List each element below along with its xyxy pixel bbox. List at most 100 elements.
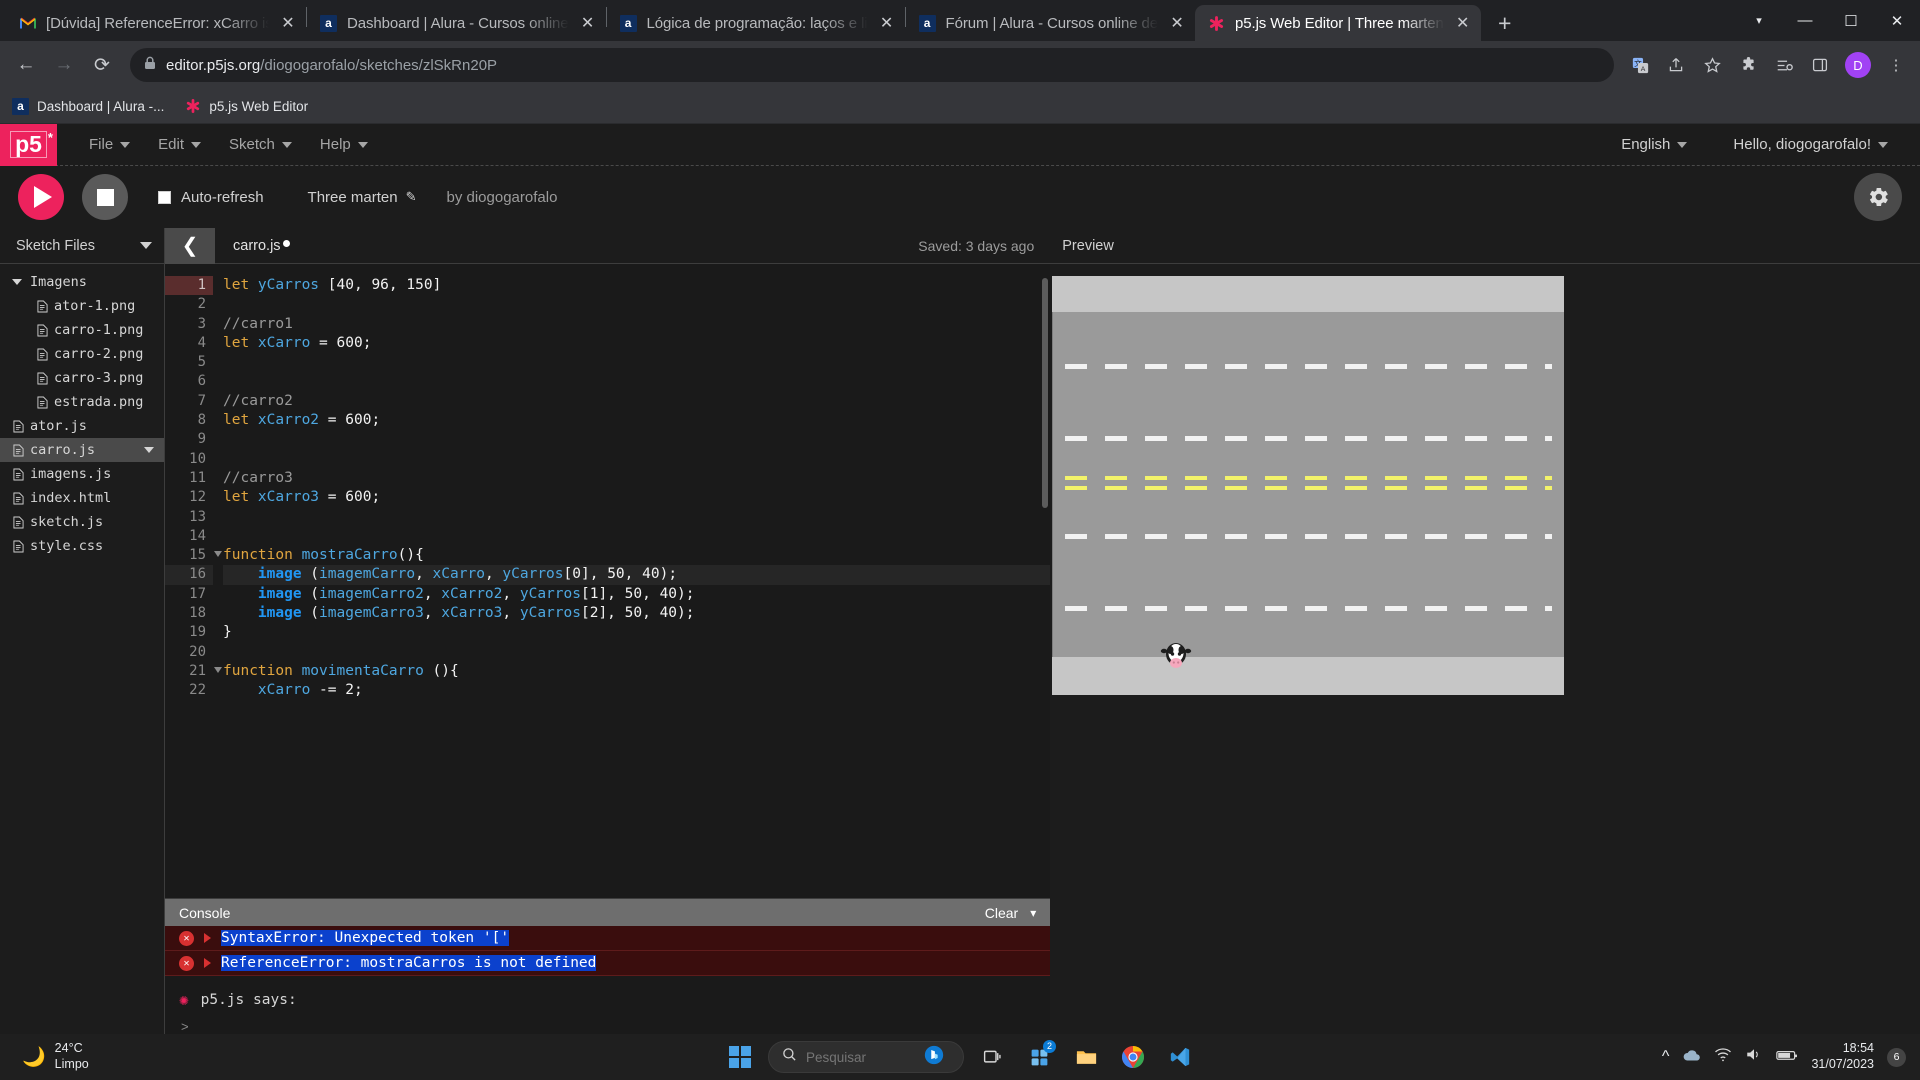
account-menu[interactable]: Hello, diogogarofalo!: [1721, 130, 1900, 159]
file-tree-item[interactable]: carro-1.png: [0, 318, 164, 342]
file-tree-item[interactable]: carro-2.png: [0, 342, 164, 366]
bookmark-item[interactable]: p5.js Web Editor: [184, 98, 308, 115]
menu-sketch[interactable]: Sketch: [217, 130, 304, 159]
weather-widget[interactable]: 🌙 24°C Limpo: [0, 1041, 89, 1072]
reading-list-icon[interactable]: [1768, 49, 1800, 81]
clear-console-button[interactable]: Clear: [985, 905, 1018, 921]
file-tree-item[interactable]: estrada.png: [0, 390, 164, 414]
browser-tab-active[interactable]: p5.js Web Editor | Three marten ✕: [1195, 5, 1481, 41]
expand-triangle-icon[interactable]: [204, 933, 211, 943]
browser-tab[interactable]: a Dashboard | Alura - Cursos online ✕: [307, 5, 606, 41]
file-tree-item[interactable]: ator.js: [0, 414, 164, 438]
close-icon[interactable]: ✕: [278, 13, 298, 33]
file-tree-item[interactable]: carro-3.png: [0, 366, 164, 390]
file-tree-item[interactable]: index.html: [0, 486, 164, 510]
auto-refresh-toggle[interactable]: Auto-refresh: [158, 189, 264, 206]
console-error-row[interactable]: ✕ SyntaxError: Unexpected token '[': [165, 926, 1051, 951]
url-path: /diogogarofalo/sketches/zlSkRn20P: [260, 56, 498, 74]
task-view-icon[interactable]: [973, 1038, 1011, 1076]
new-tab-button[interactable]: +: [1487, 5, 1523, 41]
code-token: xCarro: [257, 682, 311, 699]
vscode-icon[interactable]: [1161, 1038, 1199, 1076]
folder-expand-icon[interactable]: [12, 279, 22, 285]
pencil-icon[interactable]: ✎: [406, 189, 417, 205]
stop-button[interactable]: [82, 174, 128, 220]
console-error-row[interactable]: ✕ ReferenceError: mostraCarros is not de…: [165, 951, 1051, 976]
file-tree-item[interactable]: Imagens: [0, 270, 164, 294]
address-bar[interactable]: editor.p5js.org/diogogarofalo/sketches/z…: [130, 48, 1614, 82]
browser-tab[interactable]: [Dúvida] ReferenceError: xCarro is ✕: [6, 5, 306, 41]
sketch-name[interactable]: Three marten ✎: [308, 189, 417, 206]
wifi-icon[interactable]: [1714, 1047, 1732, 1067]
center-line-marker: [1065, 486, 1553, 490]
menu-edit[interactable]: Edit: [146, 130, 213, 159]
bookmark-item[interactable]: a Dashboard | Alura -...: [12, 97, 164, 115]
chrome-icon[interactable]: [1114, 1038, 1152, 1076]
maximize-button[interactable]: ☐: [1828, 0, 1874, 41]
line-number: 14: [189, 527, 206, 544]
browser-menu-icon[interactable]: ⋮: [1880, 49, 1912, 81]
close-window-button[interactable]: ✕: [1874, 0, 1920, 41]
expand-triangle-icon[interactable]: [204, 958, 211, 968]
play-button[interactable]: [18, 174, 64, 220]
editor-scrollbar[interactable]: [1042, 278, 1049, 508]
language-selector[interactable]: English: [1609, 130, 1699, 159]
browser-tab[interactable]: a Lógica de programação: laços e li ✕: [607, 5, 905, 41]
translate-icon[interactable]: 文A: [1624, 49, 1656, 81]
p5-logo[interactable]: p5 *: [0, 124, 57, 166]
bookmark-star-icon[interactable]: [1696, 49, 1728, 81]
open-file-tab[interactable]: carro.js: [215, 238, 290, 254]
p5-asterisk-icon: [184, 98, 201, 115]
back-button[interactable]: ←: [8, 47, 44, 83]
file-tree-item[interactable]: style.css: [0, 534, 164, 558]
code-area[interactable]: let yCarros [40, 96, 150] //carro1 let xC…: [213, 264, 1051, 898]
console-input-prompt[interactable]: >: [165, 1009, 1050, 1034]
side-panel-icon[interactable]: [1804, 49, 1836, 81]
file-explorer-icon[interactable]: [1067, 1038, 1105, 1076]
search-input[interactable]: [806, 1049, 914, 1065]
system-tray: ^ 18:54 31/07/2023 6: [1662, 1041, 1920, 1072]
close-icon[interactable]: ✕: [578, 13, 598, 33]
close-icon[interactable]: ✕: [877, 13, 897, 33]
tab-search-icon[interactable]: ▾: [1736, 0, 1782, 41]
auto-refresh-checkbox[interactable]: [158, 190, 171, 204]
onedrive-icon[interactable]: [1682, 1047, 1701, 1068]
profile-avatar[interactable]: D: [1845, 52, 1871, 78]
file-tree-item[interactable]: carro.js: [0, 438, 164, 462]
browser-tab[interactable]: a Fórum | Alura - Cursos online de ✕: [906, 5, 1195, 41]
sketch-canvas[interactable]: [1052, 276, 1565, 695]
file-tree-item[interactable]: ator-1.png: [0, 294, 164, 318]
volume-icon[interactable]: [1745, 1047, 1763, 1067]
extensions-icon[interactable]: [1732, 49, 1764, 81]
code-editor[interactable]: 1 2 3 4 5 6 7 8 9 10 11 12 13 14 15 16 17 18 19 20 21 22 let …: [165, 264, 1051, 898]
reload-button[interactable]: ⟳: [84, 47, 120, 83]
forward-button[interactable]: →: [46, 47, 82, 83]
file-tree-item-label: Imagens: [30, 274, 87, 290]
file-options-icon[interactable]: [144, 447, 154, 453]
show-hidden-icons-icon[interactable]: ^: [1662, 1048, 1670, 1066]
taskbar-clock[interactable]: 18:54 31/07/2023: [1811, 1041, 1874, 1072]
sidebar-header[interactable]: Sketch Files: [0, 228, 164, 264]
menu-help[interactable]: Help: [308, 130, 380, 159]
battery-icon[interactable]: [1776, 1048, 1798, 1067]
close-icon[interactable]: ✕: [1167, 13, 1187, 33]
widgets-icon[interactable]: 2: [1020, 1038, 1058, 1076]
notification-badge[interactable]: 6: [1887, 1047, 1906, 1067]
file-tree-item[interactable]: sketch.js: [0, 510, 164, 534]
p5-says-text: p5.js says:: [200, 991, 297, 1008]
close-icon[interactable]: ✕: [1453, 13, 1473, 33]
file-tree-item-label: ator.js: [30, 418, 87, 434]
code-token: //carro2: [223, 392, 293, 409]
menu-file[interactable]: File: [77, 130, 142, 159]
file-tree-item[interactable]: imagens.js: [0, 462, 164, 486]
bing-copilot-icon[interactable]: [923, 1044, 945, 1071]
taskbar-search[interactable]: [768, 1041, 964, 1073]
chevron-down-icon[interactable]: ▾: [1030, 906, 1036, 920]
settings-button[interactable]: [1854, 173, 1902, 221]
file-tree-item-label: carro-3.png: [54, 370, 144, 386]
share-icon[interactable]: [1660, 49, 1692, 81]
minimize-button[interactable]: —: [1782, 0, 1828, 41]
chevron-down-icon[interactable]: [140, 242, 152, 249]
start-button[interactable]: [721, 1038, 759, 1076]
collapse-sidebar-button[interactable]: ❮: [165, 228, 215, 264]
